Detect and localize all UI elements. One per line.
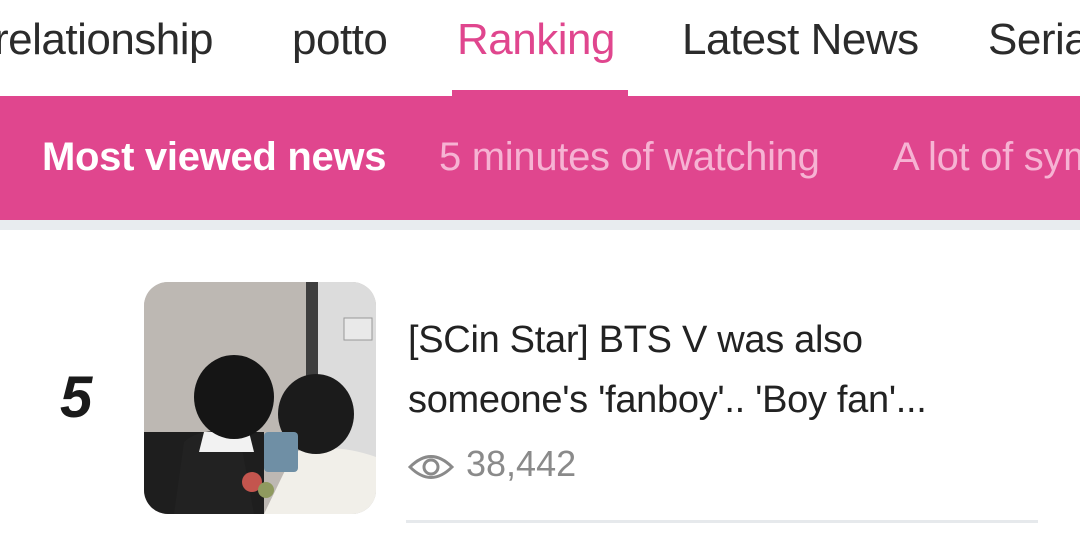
- news-headline[interactable]: [SCin Star] BTS V was also someone's 'fa…: [408, 310, 1028, 430]
- tab-ranking[interactable]: Ranking: [457, 14, 615, 66]
- section-divider-strip: [0, 220, 1080, 230]
- top-category-nav: relationship potto Ranking Latest News S…: [0, 0, 1080, 96]
- subtab-most-viewed-news[interactable]: Most viewed news: [42, 134, 386, 180]
- tab-latest-news[interactable]: Latest News: [682, 14, 919, 66]
- news-thumbnail[interactable]: [144, 282, 376, 514]
- tab-potto[interactable]: potto: [292, 14, 388, 66]
- eye-icon: [407, 449, 455, 479]
- rank-number: 5: [60, 365, 93, 430]
- subtab-5-minutes-of-watching[interactable]: 5 minutes of watching: [439, 134, 820, 180]
- subtab-a-lot-of-sympathy[interactable]: A lot of sympathy: [893, 134, 1080, 180]
- ranking-sub-nav: Most viewed news 5 minutes of watching A…: [0, 96, 1080, 220]
- tab-serial[interactable]: Serial: [988, 14, 1080, 66]
- view-count: 38,442: [407, 443, 577, 484]
- thumbnail-photo: [144, 282, 376, 514]
- view-count-value: 38,442: [466, 443, 577, 484]
- news-list-item[interactable]: 5 [SCin Star] BTS V was also someone's '…: [0, 230, 1080, 538]
- item-divider: [406, 520, 1038, 523]
- tab-relationship[interactable]: relationship: [0, 14, 214, 66]
